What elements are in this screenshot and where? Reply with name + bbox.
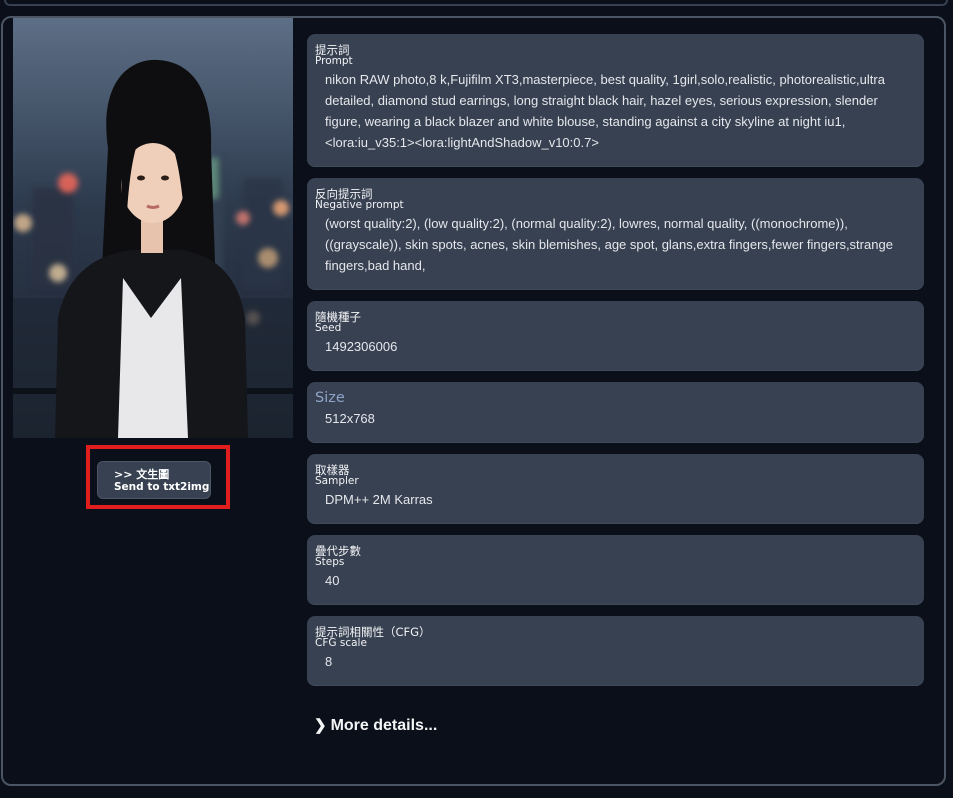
negative-prompt-label-zh: 反向提示詞 <box>315 187 373 201</box>
cfg-label-en: CFG scale <box>315 637 367 649</box>
sampler-label-en: Sampler <box>315 475 359 487</box>
size-value[interactable]: 512x768 <box>315 406 916 429</box>
seed-value[interactable]: 1492306006 <box>315 334 916 357</box>
portrait-image <box>13 18 293 438</box>
sampler-field[interactable]: 取樣器 Sampler DPM++ 2M Karras <box>307 454 924 524</box>
steps-label-en: Steps <box>315 556 345 568</box>
seed-label-en: Seed <box>315 322 342 334</box>
chevron-right-icon: ❯ <box>314 717 327 734</box>
more-details-toggle[interactable]: ❯ More details... <box>314 716 437 735</box>
prompt-label-zh: 提示詞 <box>315 43 350 57</box>
prompt-label-en: Prompt <box>315 55 353 67</box>
cfg-label-zh: 提示詞相關性（CFG） <box>315 625 431 639</box>
send-button-label-zh: >> 文生圖 <box>114 468 170 481</box>
seed-field[interactable]: 隨機種子 Seed 1492306006 <box>307 301 924 371</box>
steps-label-zh: 疊代步數 <box>315 544 361 558</box>
negative-prompt-label-en: Negative prompt <box>315 199 404 211</box>
size-field[interactable]: Size 512x768 <box>307 382 924 443</box>
sampler-value[interactable]: DPM++ 2M Karras <box>315 487 916 510</box>
prompt-value[interactable]: nikon RAW photo,8 k,Fujifilm XT3,masterp… <box>315 67 916 153</box>
seed-label-zh: 隨機種子 <box>315 310 361 324</box>
send-button-label-en: Send to txt2img <box>114 481 210 493</box>
previous-panel-edge <box>4 0 948 6</box>
sampler-label-zh: 取樣器 <box>315 463 350 477</box>
size-label: Size <box>315 390 345 406</box>
steps-value[interactable]: 40 <box>315 568 916 591</box>
cfg-value[interactable]: 8 <box>315 649 916 672</box>
negative-prompt-value[interactable]: (worst quality:2), (low quality:2), (nor… <box>315 211 916 276</box>
send-to-txt2img-button[interactable]: >> 文生圖 Send to txt2img <box>97 461 211 499</box>
steps-field[interactable]: 疊代步數 Steps 40 <box>307 535 924 605</box>
prompt-field[interactable]: 提示詞 Prompt nikon RAW photo,8 k,Fujifilm … <box>307 34 924 167</box>
more-details-label: More details... <box>330 717 438 734</box>
cfg-field[interactable]: 提示詞相關性（CFG） CFG scale 8 <box>307 616 924 686</box>
negative-prompt-field[interactable]: 反向提示詞 Negative prompt (worst quality:2),… <box>307 178 924 290</box>
generated-image[interactable] <box>13 18 293 438</box>
